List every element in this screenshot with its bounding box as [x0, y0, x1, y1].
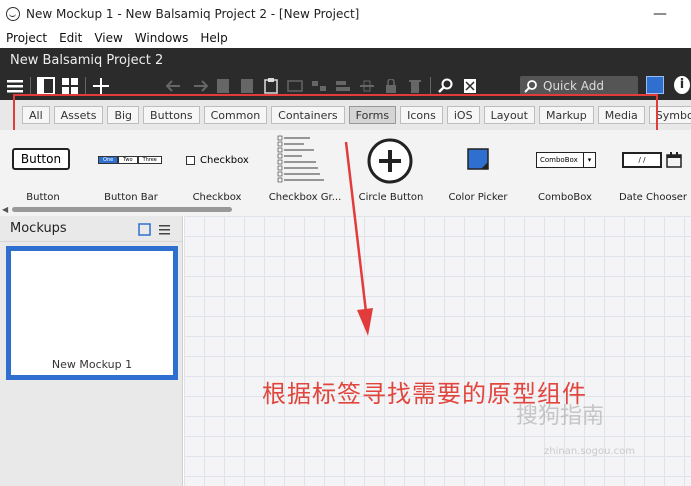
chat-icon[interactable] [646, 76, 664, 94]
checkbox-group-preview [277, 135, 324, 183]
thumbnail-view-icon[interactable] [138, 223, 152, 237]
hamburger-menu-icon[interactable] [6, 77, 24, 95]
info-icon[interactable]: i [674, 76, 690, 94]
single-view-icon[interactable] [37, 77, 55, 95]
mockup-thumbnail: New Mockup 1 [11, 251, 173, 375]
component-button[interactable]: Button Button [0, 130, 86, 210]
image-export-icon[interactable] [461, 77, 479, 95]
annotation-arrow [344, 141, 373, 336]
calendar-icon [666, 152, 682, 168]
project-name: New Balsamiq Project 2 [10, 52, 164, 68]
watermark-url: zhinan.sogou.com [544, 446, 636, 457]
clipboard-icon[interactable] [262, 77, 280, 95]
component-label: ComboBox [538, 192, 592, 203]
component-label: Button Bar [104, 192, 158, 203]
toolbar-divider [430, 77, 431, 95]
menu-windows[interactable]: Windows [129, 31, 195, 45]
mockup-name: New Mockup 1 [51, 358, 133, 371]
align-icon[interactable] [334, 77, 352, 95]
quick-add-placeholder: Quick Add [543, 79, 604, 93]
checkbox-preview: Checkbox [186, 155, 249, 166]
watermark-brand: 搜狗指南 [516, 404, 605, 429]
component-combobox[interactable]: ComboBox ▾ ComboBox [522, 130, 608, 210]
search-icon [524, 80, 537, 93]
title-bar: New Mockup 1 - New Balsamiq Project 2 - … [0, 0, 691, 28]
undo-icon[interactable] [166, 77, 184, 95]
toolbar-divider [85, 77, 86, 95]
scrollbar-thumb[interactable] [12, 207, 232, 212]
component-label: Checkbox [192, 192, 242, 203]
menu-edit[interactable]: Edit [53, 31, 88, 45]
combobox-preview: ComboBox ▾ [536, 152, 596, 168]
search-icon[interactable] [437, 77, 455, 95]
menu-help[interactable]: Help [194, 31, 233, 45]
menu-bar: Project Edit View Windows Help [0, 28, 691, 48]
list-view-icon[interactable] [158, 223, 172, 237]
redo-icon[interactable] [190, 77, 208, 95]
ungroup-icon[interactable] [310, 77, 328, 95]
chevron-down-icon: ▾ [583, 153, 595, 167]
component-color-picker[interactable]: Color Picker [435, 130, 521, 210]
component-label: Checkbox Gr... [268, 192, 342, 203]
component-date-chooser[interactable]: / / Date Chooser [610, 130, 691, 210]
component-checkbox[interactable]: Checkbox Checkbox [174, 130, 260, 210]
copy-icon[interactable] [214, 77, 232, 95]
mockups-panel-title: Mockups [10, 221, 67, 236]
component-checkbox-group[interactable]: Checkbox Gr... [262, 130, 348, 210]
trash-icon[interactable] [406, 77, 424, 95]
color-picker-preview [467, 148, 489, 170]
scroll-left-arrow-icon[interactable]: ◀ [2, 205, 8, 214]
paste-icon[interactable] [238, 77, 256, 95]
grid-view-icon[interactable] [61, 77, 79, 95]
app-logo-icon [6, 7, 20, 21]
button-bar-preview: One Two Three [98, 156, 162, 164]
minimize-button[interactable]: — [653, 6, 667, 22]
menu-view[interactable]: View [88, 31, 128, 45]
lock-icon[interactable] [382, 77, 400, 95]
menu-project[interactable]: Project [0, 31, 53, 45]
component-label: Button [26, 192, 60, 203]
group-icon[interactable] [286, 77, 304, 95]
date-chooser-preview: / / [622, 152, 662, 168]
component-label: Color Picker [448, 192, 508, 203]
add-icon[interactable] [92, 77, 110, 95]
project-header: New Balsamiq Project 2 [0, 48, 691, 72]
mockup-thumbnail-selected[interactable]: New Mockup 1 [6, 246, 178, 380]
highlight-box [13, 94, 658, 132]
mockups-panel-header: Mockups [0, 216, 182, 242]
quick-add-input[interactable]: Quick Add [520, 76, 638, 96]
component-label: Date Chooser [618, 192, 688, 203]
toolbar-divider [30, 77, 31, 95]
component-button-bar[interactable]: One Two Three Button Bar [88, 130, 174, 210]
distribute-icon[interactable] [358, 77, 376, 95]
button-preview: Button [12, 148, 70, 170]
window-title: New Mockup 1 - New Balsamiq Project 2 - … [26, 7, 360, 21]
mockups-panel: Mockups New Mockup 1 [0, 216, 183, 486]
